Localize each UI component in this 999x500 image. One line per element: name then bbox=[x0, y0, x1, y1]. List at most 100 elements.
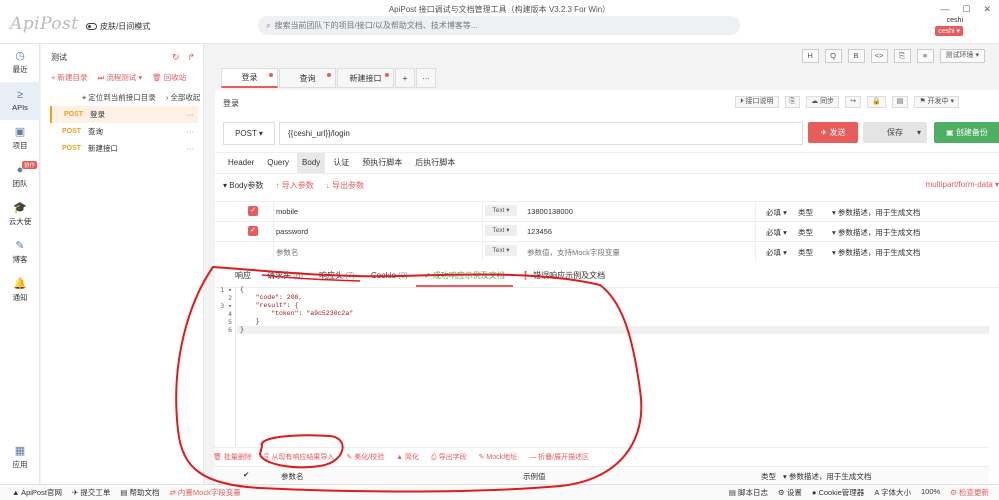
export-fields-button[interactable]: ⎙ 导出字段 bbox=[431, 452, 467, 462]
tab-response-headers[interactable]: 响应头 (7) bbox=[311, 266, 363, 287]
bold-tool[interactable]: B bbox=[847, 49, 865, 63]
heading-tool[interactable]: H bbox=[801, 49, 819, 63]
create-backup-button[interactable]: ▣ 创建备份 bbox=[934, 122, 999, 143]
sync-button[interactable]: ☁ 同步 bbox=[806, 96, 840, 108]
env-select[interactable]: 测试环境 ▾ bbox=[939, 49, 985, 63]
tab-more-button[interactable]: ··· bbox=[416, 68, 436, 88]
param-value[interactable]: 13800138000 bbox=[527, 207, 573, 216]
rail-item-team[interactable]: ● 团队 协作 bbox=[0, 158, 40, 196]
rail-item-notify[interactable]: 🔔 通知 bbox=[0, 272, 40, 310]
tab-new-api[interactable]: 新建接口 bbox=[337, 68, 394, 88]
required-select[interactable]: 必填 ▾ bbox=[766, 247, 787, 258]
save-button[interactable]: 保存 ▾ bbox=[863, 122, 927, 143]
recycle-bin-button[interactable]: 🗑 回收站 bbox=[152, 72, 186, 83]
share-icon[interactable]: ↱ bbox=[187, 52, 195, 63]
rail-item-apis[interactable]: ≥ APIs bbox=[0, 82, 40, 120]
cookie-manager-button[interactable]: ● Cookie管理器 bbox=[812, 487, 864, 498]
param-value-placeholder[interactable]: 参数值，支持Mock字段变量 bbox=[527, 247, 620, 258]
minimize-icon[interactable]: — bbox=[940, 4, 949, 15]
more-icon[interactable]: ··· bbox=[187, 144, 195, 153]
user-box[interactable]: ceshi ceshi ▾ bbox=[935, 17, 963, 36]
official-site-link[interactable]: ▲ ApiPost官网 bbox=[12, 487, 62, 498]
tab-query[interactable]: 查询 bbox=[279, 68, 336, 88]
rail-item-ambassador[interactable]: 🎓 云大使 bbox=[0, 196, 40, 234]
row-checkbox[interactable]: ✓ bbox=[248, 206, 258, 216]
list-tool[interactable]: ≡ bbox=[916, 49, 934, 63]
param-key[interactable]: mobile bbox=[276, 207, 298, 216]
rail-item-blog[interactable]: ✎ 博客 bbox=[0, 234, 40, 272]
status-select[interactable]: ⚑ 开发中 ▾ bbox=[914, 96, 959, 108]
script-log-button[interactable]: ▤ 脚本日志 bbox=[729, 487, 768, 498]
import-from-response-button[interactable]: ⎘ 从现有响应结果导入 bbox=[264, 452, 335, 462]
copy-icon[interactable]: ⎘ bbox=[784, 96, 801, 108]
body-params-label[interactable]: ▾ Body参数 bbox=[223, 180, 263, 191]
data-type[interactable]: 类型 bbox=[798, 227, 813, 238]
close-icon[interactable]: ✕ bbox=[983, 4, 991, 15]
param-key-placeholder[interactable]: 参数名 bbox=[276, 247, 299, 258]
tab-error-example[interactable]: ❗ 错误响应示例及文档 bbox=[513, 266, 613, 287]
tab-auth[interactable]: 认证 bbox=[328, 153, 354, 173]
param-type-select[interactable]: Text ▾ bbox=[485, 245, 517, 256]
trash-icon[interactable]: ▤ bbox=[891, 96, 909, 108]
rail-item-recent[interactable]: ◷ 最近 bbox=[0, 44, 40, 82]
param-desc[interactable]: ▾ 参数描述，用于生成文档 bbox=[832, 247, 920, 258]
tree-item-login[interactable]: POST 登录 ··· bbox=[50, 106, 198, 123]
share-icon[interactable]: ↪ bbox=[845, 96, 861, 108]
skin-toggle[interactable]: 皮肤/日间模式 bbox=[86, 21, 150, 32]
global-search[interactable]: ⌕ bbox=[258, 16, 740, 35]
param-value[interactable]: 123456 bbox=[527, 227, 552, 236]
toggle-desc-button[interactable]: — 折叠/展开描述区 bbox=[529, 452, 589, 462]
data-type[interactable]: 类型 bbox=[798, 247, 813, 258]
zoom-level[interactable]: 100% bbox=[921, 487, 940, 498]
new-dir-button[interactable]: + 新建目录 bbox=[51, 72, 87, 83]
param-type-select[interactable]: Text ▾ bbox=[485, 205, 517, 216]
content-type-select[interactable]: multipart/form-data ▾ bbox=[926, 180, 999, 189]
send-button[interactable]: ✈ 发送 bbox=[808, 122, 858, 143]
copy-tool[interactable]: ⎘ bbox=[893, 49, 911, 63]
tab-post-script[interactable]: 后执行脚本 bbox=[410, 153, 460, 173]
param-key[interactable]: password bbox=[276, 227, 308, 236]
avatar[interactable]: ceshi ▾ bbox=[935, 26, 963, 36]
tab-request-headers[interactable]: 请求头 (6) bbox=[259, 266, 311, 287]
check-update-button[interactable]: ⚙ 检查更新 bbox=[950, 487, 989, 498]
beautify-button[interactable]: ✎ 美化/校验 bbox=[346, 452, 384, 462]
import-params-button[interactable]: ↑ 导入参数 bbox=[275, 180, 313, 191]
tab-login[interactable]: 登录 bbox=[221, 68, 278, 88]
batch-delete-button[interactable]: 🗑 批量删除 bbox=[213, 452, 252, 462]
chevron-down-icon[interactable]: ▾ bbox=[917, 122, 921, 143]
locate-button[interactable]: ⌖ 定位到当前接口目录 bbox=[82, 92, 156, 103]
lock-icon[interactable]: 🔒 bbox=[866, 96, 886, 108]
simplify-button[interactable]: ▲ 简化 bbox=[396, 452, 419, 462]
tab-body[interactable]: Body bbox=[297, 153, 326, 173]
tab-cookie[interactable]: Cookie (0) bbox=[363, 266, 416, 287]
font-size-button[interactable]: A 字体大小 bbox=[874, 487, 911, 498]
mock-vars-link[interactable]: ⇄ 内置Mock字段变量 bbox=[170, 487, 241, 498]
tab-response[interactable]: 响应 bbox=[227, 266, 259, 287]
mock-url-button[interactable]: ✎ Mock地址 bbox=[479, 452, 518, 462]
required-select[interactable]: 必填 ▾ bbox=[766, 227, 787, 238]
api-doc-button[interactable]: ⏵ 接口说明 bbox=[735, 96, 779, 108]
more-icon[interactable]: ··· bbox=[187, 127, 195, 136]
rail-item-apps[interactable]: ▦ 应用 bbox=[0, 439, 40, 477]
data-type[interactable]: 类型 bbox=[798, 207, 813, 218]
collapse-all-button[interactable]: › 全部收起 bbox=[166, 92, 201, 103]
code-editor[interactable]: 1 ▾ 2 3 ▾ 4 5 6 { "code": 200, "result":… bbox=[213, 286, 989, 446]
settings-button[interactable]: ⚙ 设置 bbox=[778, 487, 802, 498]
tree-item-query[interactable]: POST 查询 ··· bbox=[50, 123, 198, 140]
tab-header[interactable]: Header bbox=[223, 153, 259, 173]
tree-item-new-api[interactable]: POST 新建接口 ··· bbox=[50, 140, 198, 157]
required-select[interactable]: 必填 ▾ bbox=[766, 207, 787, 218]
quote-tool[interactable]: Q bbox=[824, 49, 842, 63]
flow-test-button[interactable]: ⏭ 流程测试 ▾ bbox=[97, 72, 142, 83]
row-checkbox[interactable]: ✓ bbox=[248, 226, 258, 236]
refresh-icon[interactable]: ↻ bbox=[172, 52, 180, 63]
tab-query[interactable]: Query bbox=[262, 153, 294, 173]
param-desc[interactable]: ▾ 参数描述，用于生成文档 bbox=[832, 207, 920, 218]
method-select[interactable]: POST ▾ bbox=[223, 122, 275, 145]
param-desc[interactable]: ▾ 参数描述，用于生成文档 bbox=[832, 227, 920, 238]
param-type-select[interactable]: Text ▾ bbox=[485, 225, 517, 236]
maximize-icon[interactable]: ☐ bbox=[962, 4, 970, 15]
help-docs-link[interactable]: ▤ 帮助文档 bbox=[120, 487, 159, 498]
url-input[interactable]: {{ceshi_url}}/login bbox=[279, 122, 803, 145]
add-tab-button[interactable]: + bbox=[395, 68, 415, 88]
